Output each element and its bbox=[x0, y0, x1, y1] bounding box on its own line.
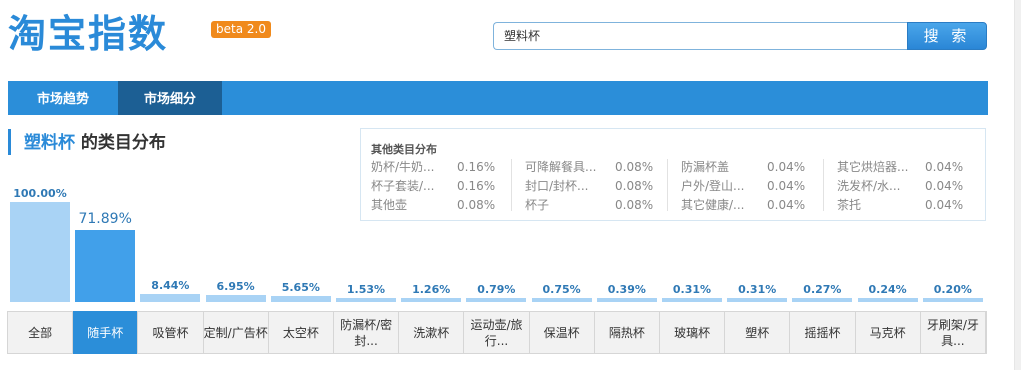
bar[interactable] bbox=[10, 202, 70, 302]
bar-label: 0.27% bbox=[803, 283, 842, 296]
other-category-value: 0.08% bbox=[615, 179, 654, 193]
bar[interactable] bbox=[401, 298, 462, 302]
bar[interactable] bbox=[727, 298, 788, 302]
bar-label: 8.44% bbox=[151, 278, 190, 292]
section-title: 塑料杯 的类目分布 bbox=[24, 131, 166, 155]
category-tab[interactable]: 吸管杯 bbox=[138, 311, 204, 354]
bar-label: 100.00% bbox=[13, 187, 67, 200]
other-category-name[interactable]: 奶杯/牛奶... bbox=[371, 159, 435, 175]
bar-label: 0.79% bbox=[477, 283, 516, 296]
tab-market-segment[interactable]: 市场细分 bbox=[118, 81, 222, 115]
category-tab[interactable]: 防漏杯/密封... bbox=[334, 311, 400, 354]
other-category-value: 0.04% bbox=[925, 198, 964, 212]
other-category-value: 0.08% bbox=[615, 198, 654, 212]
other-category-name[interactable]: 其他壶 bbox=[371, 197, 407, 213]
search-button[interactable]: 搜 索 bbox=[907, 22, 987, 50]
other-category-value: 0.04% bbox=[925, 160, 964, 174]
other-category-value: 0.04% bbox=[767, 198, 806, 212]
bar-label: 5.65% bbox=[281, 281, 320, 295]
bar-label: 71.89% bbox=[78, 211, 132, 228]
bar[interactable] bbox=[140, 293, 201, 302]
bar-label: 0.20% bbox=[933, 283, 972, 296]
other-category-value: 0.16% bbox=[457, 160, 496, 174]
other-category-value: 0.16% bbox=[457, 179, 496, 193]
other-category-name[interactable]: 洗发杯/水... bbox=[837, 178, 901, 194]
bar[interactable] bbox=[531, 298, 592, 302]
category-tab[interactable]: 马克杯 bbox=[856, 311, 921, 354]
column-divider bbox=[823, 159, 824, 211]
other-categories-title: 其他类目分布 bbox=[371, 143, 437, 156]
beta-badge: beta 2.0 bbox=[211, 21, 271, 38]
category-tab[interactable]: 塑杯 bbox=[725, 311, 791, 354]
section-title-suffix: 的类目分布 bbox=[75, 133, 166, 153]
bar[interactable] bbox=[466, 298, 527, 302]
section-keyword: 塑料杯 bbox=[24, 133, 75, 153]
bar[interactable] bbox=[205, 295, 266, 302]
section-marker bbox=[8, 129, 11, 155]
bar-label: 0.31% bbox=[738, 283, 777, 296]
bar[interactable] bbox=[75, 230, 136, 302]
other-category-value: 0.04% bbox=[767, 160, 806, 174]
other-category-value: 0.08% bbox=[457, 198, 496, 212]
bar[interactable] bbox=[270, 296, 331, 302]
bar-label: 0.24% bbox=[868, 283, 907, 296]
bar-label: 1.26% bbox=[412, 283, 451, 296]
other-categories-panel: 其他类目分布 奶杯/牛奶... 0.16% 杯子套装/... 0.16% 其他壶 0.08… bbox=[360, 128, 986, 221]
category-tab[interactable]: 定制/广告杯 bbox=[204, 311, 269, 354]
category-tab[interactable]: 全部 bbox=[8, 311, 74, 354]
column-divider bbox=[667, 159, 668, 211]
bar[interactable] bbox=[922, 298, 983, 302]
column-divider bbox=[511, 159, 512, 211]
bar[interactable] bbox=[857, 298, 918, 302]
category-tab[interactable]: 随手杯 bbox=[73, 311, 139, 354]
bar[interactable] bbox=[336, 298, 396, 302]
category-tab[interactable]: 牙刷架/牙具... bbox=[921, 311, 986, 354]
logo[interactable]: 淘宝指数 bbox=[8, 12, 168, 56]
category-tab[interactable]: 洗漱杯 bbox=[399, 311, 465, 354]
other-category-value: 0.04% bbox=[767, 179, 806, 193]
bar[interactable] bbox=[662, 298, 722, 302]
bar-label: 0.75% bbox=[542, 283, 581, 296]
search-input[interactable]: 塑料杯 bbox=[493, 22, 907, 50]
scrollbar[interactable] bbox=[1014, 0, 1021, 370]
bar[interactable] bbox=[792, 298, 853, 302]
other-category-name[interactable]: 茶托 bbox=[837, 197, 861, 213]
other-category-name[interactable]: 户外/登山... bbox=[681, 178, 745, 194]
category-tab[interactable]: 太空杯 bbox=[269, 311, 334, 354]
category-tab[interactable]: 保温杯 bbox=[530, 311, 595, 354]
other-category-name[interactable]: 杯子套装/... bbox=[371, 178, 435, 194]
other-category-name[interactable]: 防漏杯盖 bbox=[681, 159, 729, 175]
bar[interactable] bbox=[596, 298, 657, 302]
bar-label: 0.39% bbox=[607, 283, 646, 296]
bar-label: 0.31% bbox=[672, 283, 712, 296]
other-category-name[interactable]: 可降解餐具... bbox=[525, 159, 596, 175]
other-category-name[interactable]: 杯子 bbox=[525, 197, 549, 213]
other-category-value: 0.04% bbox=[925, 179, 964, 193]
tab-market-trend[interactable]: 市场趋势 bbox=[8, 81, 118, 115]
nav-bar: 市场趋势 市场细分 bbox=[8, 81, 988, 115]
category-tab[interactable]: 摇摇杯 bbox=[790, 311, 856, 354]
category-tab[interactable]: 运动壶/旅行... bbox=[464, 311, 530, 354]
other-category-value: 0.08% bbox=[615, 160, 654, 174]
bar-label: 1.53% bbox=[346, 283, 386, 296]
category-tab[interactable]: 隔热杯 bbox=[595, 311, 660, 354]
category-tab[interactable]: 玻璃杯 bbox=[660, 311, 726, 354]
other-category-name[interactable]: 其它烘焙器... bbox=[837, 159, 908, 175]
other-category-name[interactable]: 封口/封杯... bbox=[525, 178, 589, 194]
other-category-name[interactable]: 其它健康/... bbox=[681, 197, 745, 213]
bar-label: 6.95% bbox=[216, 280, 255, 294]
